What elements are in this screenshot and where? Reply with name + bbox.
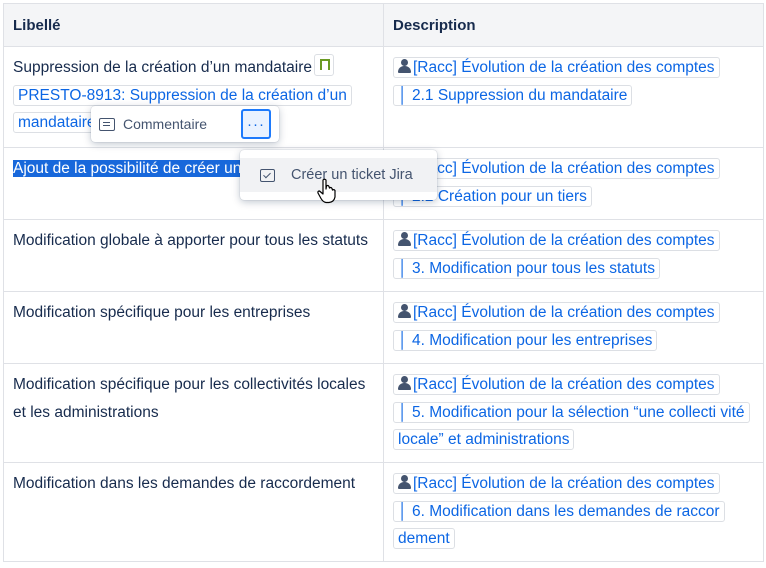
label-cell: Modification spécifique pour les entrepr… (3, 291, 384, 364)
more-actions-button[interactable]: ··· (241, 109, 271, 139)
page-link[interactable]: [Racc] Évolution de la création des comp… (393, 374, 720, 395)
page-link-title: [Racc] Évolution de la création des comp… (413, 160, 715, 177)
table-row: Modification spécifique pour les entrepr… (3, 291, 764, 364)
description-cell: [Racc] Évolution de la création des comp… (383, 462, 764, 562)
page-link-section[interactable]: │ 6. Modification dans les demandes de r… (393, 500, 725, 549)
header-description: Description (383, 3, 764, 47)
table-row: Modification dans les demandes de raccor… (3, 462, 764, 562)
page-link-title: [Racc] Évolution de la création des comp… (413, 475, 715, 492)
comment-button[interactable]: Commentaire (99, 110, 207, 138)
row-label: Modification spécifique pour les entrepr… (13, 304, 311, 321)
page-link-title: [Racc] Évolution de la création des comp… (413, 304, 715, 321)
table-row: Modification globale à apporter pour tou… (3, 219, 764, 292)
create-jira-ticket-label: Créer un ticket Jira (291, 167, 413, 183)
checkbox-icon (260, 168, 275, 182)
page-link-title: [Racc] Évolution de la création des comp… (413, 376, 715, 393)
description-cell: [Racc] Évolution de la création des comp… (383, 291, 764, 364)
description-cell: [Racc] Évolution de la création des comp… (383, 363, 764, 463)
bookmark-icon[interactable] (314, 54, 334, 76)
hand-cursor-icon (317, 178, 336, 204)
person-icon (398, 232, 411, 246)
page-link-section[interactable]: │ 3. Modification pour tous les statuts (393, 257, 660, 279)
description-cell: [Racc] Évolution de la création des comp… (383, 46, 764, 148)
requirements-table: Libellé Description Suppression de la cr… (3, 3, 764, 562)
person-icon (398, 304, 411, 318)
page-link-section[interactable]: │ 5. Modification pour la sélection “une… (393, 401, 750, 450)
description-cell: [Racc] Évolution de la création des comp… (383, 147, 764, 220)
table-row: Modification spécifique pour les collect… (3, 363, 764, 463)
page-link[interactable]: [Racc] Évolution de la création des comp… (393, 158, 720, 179)
comment-label: Commentaire (123, 116, 208, 132)
page-link[interactable]: [Racc] Évolution de la création des comp… (393, 230, 720, 251)
row-label-selected[interactable]: Ajout de la possibilité de créer un tier… (13, 160, 275, 177)
row-label: Modification globale à apporter pour tou… (13, 232, 368, 249)
label-cell: Modification dans les demandes de raccor… (3, 462, 384, 562)
page-link[interactable]: [Racc] Évolution de la création des comp… (393, 473, 720, 494)
person-icon (398, 59, 411, 73)
person-icon (398, 475, 411, 489)
table-header-row: Libellé Description (3, 3, 764, 47)
page-link-section[interactable]: │ 4. Modification pour les entreprises (393, 329, 658, 351)
row-label: Suppression de la création d’un mandatai… (13, 59, 312, 76)
page-link-title: [Racc] Évolution de la création des comp… (413, 59, 715, 76)
row-label: Modification spécifique pour les collect… (13, 376, 366, 421)
description-cell: [Racc] Évolution de la création des comp… (383, 219, 764, 292)
page-link-section[interactable]: │ 2.1 Suppression du mandataire (393, 84, 633, 106)
person-icon (398, 376, 411, 390)
page-link[interactable]: [Racc] Évolution de la création des comp… (393, 302, 720, 323)
page-link-title: [Racc] Évolution de la création des comp… (413, 232, 715, 249)
inline-comment-toolbar: Commentaire ··· (91, 106, 279, 142)
row-label: Modification dans les demandes de raccor… (13, 475, 356, 492)
label-cell: Modification spécifique pour les collect… (3, 363, 384, 463)
label-cell: Modification globale à apporter pour tou… (3, 219, 384, 292)
comment-icon (99, 117, 115, 131)
header-libelle: Libellé (3, 3, 384, 47)
create-jira-ticket-item[interactable]: Créer un ticket Jira (240, 158, 437, 192)
more-actions-menu: Créer un ticket Jira (240, 150, 437, 200)
page-link[interactable]: [Racc] Évolution de la création des comp… (393, 57, 720, 78)
